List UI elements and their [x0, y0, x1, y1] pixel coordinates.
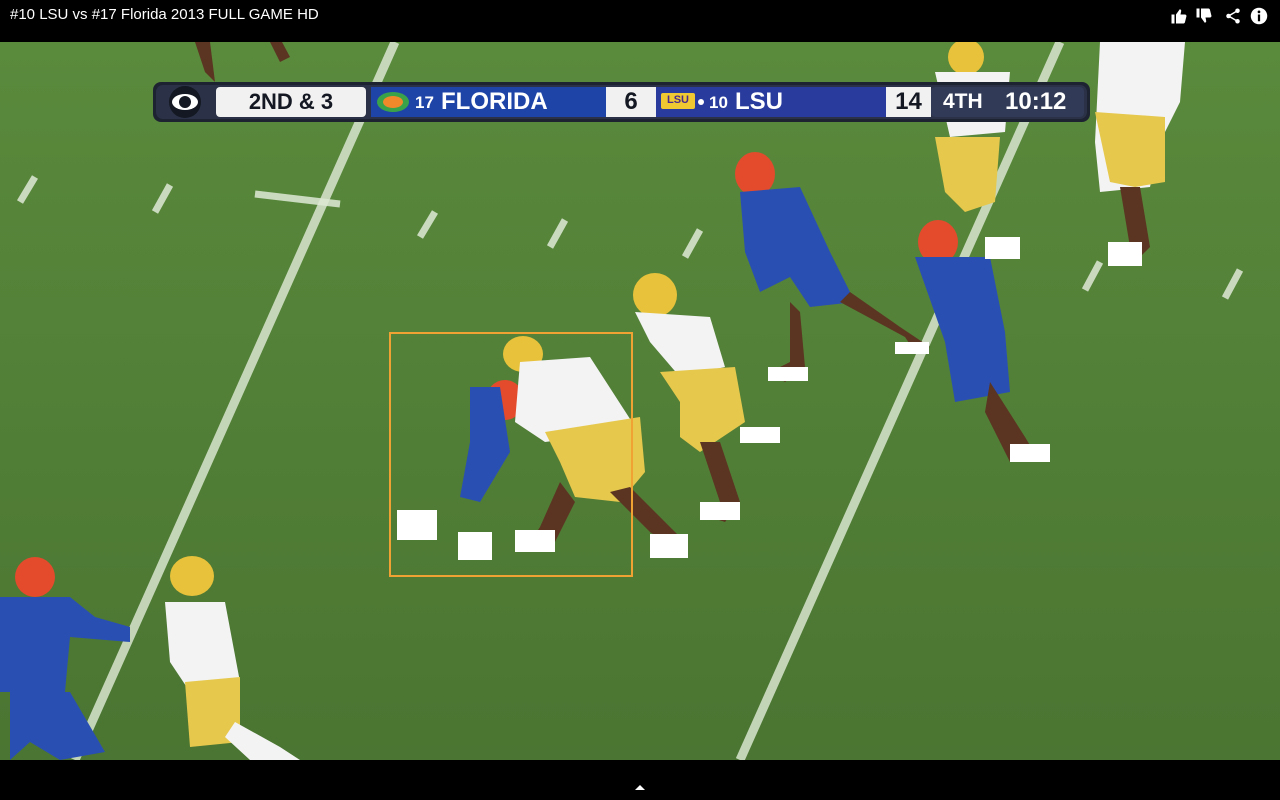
highlight-box[interactable] [389, 332, 633, 577]
football-field-scene [0, 42, 1280, 760]
thumbs-up-icon[interactable] [1168, 5, 1190, 27]
possession-indicator [698, 99, 704, 105]
scorebug: 2ND & 3 17 FLORIDA 6 LSU 10 LSU 14 4TH 1… [153, 82, 1090, 122]
quarter: 4TH [943, 90, 983, 113]
gator-logo-icon [377, 92, 409, 112]
game-clock: 10:12 [1005, 88, 1067, 115]
cbs-logo-icon [169, 86, 201, 118]
title-bar: #10 LSU vs #17 Florida 2013 FULL GAME HD [0, 0, 1280, 42]
video-player[interactable] [0, 42, 1280, 760]
team2-rank: 10 [709, 93, 728, 112]
thumbs-down-icon[interactable] [1193, 5, 1215, 27]
info-icon[interactable] [1248, 5, 1270, 27]
chevron-up-icon[interactable] [629, 779, 651, 795]
video-title: #10 LSU vs #17 Florida 2013 FULL GAME HD [10, 6, 319, 23]
team1-rank: 17 [415, 93, 434, 112]
team2-name: LSU [735, 88, 783, 115]
lsu-logo-text: LSU [667, 94, 689, 106]
share-icon[interactable] [1222, 5, 1244, 27]
down-and-distance: 2ND & 3 [248, 89, 334, 114]
team1-score: 6 [624, 88, 638, 115]
team2-score: 14 [895, 88, 922, 115]
team1-name: FLORIDA [441, 88, 548, 115]
